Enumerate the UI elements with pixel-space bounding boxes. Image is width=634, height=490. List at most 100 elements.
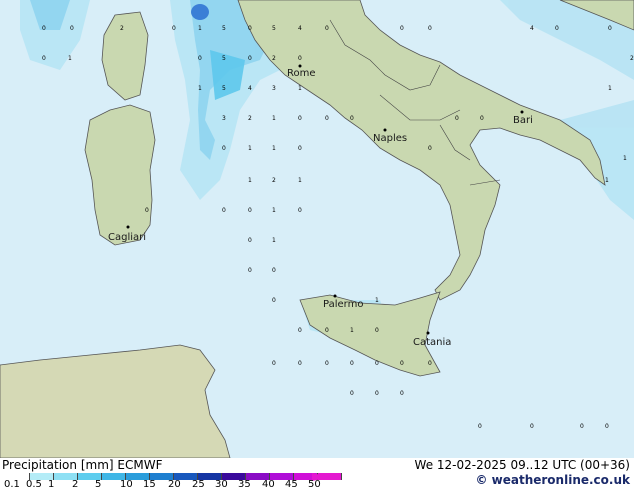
- legend-title-text: Precipitation [mm]: [2, 458, 114, 472]
- svg-text:1: 1: [608, 85, 612, 92]
- city-label-naples: Naples: [373, 133, 407, 144]
- svg-text:0: 0: [580, 423, 584, 430]
- svg-text:0: 0: [325, 25, 329, 32]
- svg-text:1: 1: [68, 55, 72, 62]
- scale-tick-label: 5: [95, 479, 102, 490]
- scale-tick-label: 0.5: [26, 479, 42, 490]
- svg-text:1: 1: [375, 297, 379, 304]
- svg-text:1: 1: [272, 145, 276, 152]
- scale-tick-label: 15: [143, 479, 156, 490]
- north-africa: [0, 344, 231, 458]
- credit-link[interactable]: © weatheronline.co.uk: [475, 473, 630, 487]
- svg-text:0: 0: [478, 423, 482, 430]
- svg-text:0: 0: [428, 25, 432, 32]
- svg-text:1: 1: [248, 145, 252, 152]
- svg-text:1: 1: [248, 177, 252, 184]
- scale-tick-label: 1: [48, 479, 55, 490]
- svg-text:0: 0: [428, 360, 432, 367]
- city-label-palermo: Palermo: [323, 299, 363, 310]
- precipitation-map: 0 1 0 0 2 0 1 5 0 5 4 0 0 5 0 2 0 1 5 4 3 1 3 2 1 0 0 0 0 1 1 0 1…: [0, 0, 634, 458]
- svg-text:1: 1: [605, 177, 609, 184]
- forecast-date: We 12-02-2025 09..12 UTC (00+36): [414, 458, 630, 472]
- svg-text:5: 5: [272, 25, 276, 32]
- svg-text:1: 1: [350, 327, 354, 334]
- svg-text:1: 1: [198, 25, 202, 32]
- scale-tick-label: 40: [262, 479, 275, 490]
- svg-text:0: 0: [605, 423, 609, 430]
- svg-text:0: 0: [42, 55, 46, 62]
- svg-text:0: 0: [530, 423, 534, 430]
- svg-text:0: 0: [375, 390, 379, 397]
- svg-text:5: 5: [222, 25, 226, 32]
- svg-text:0: 0: [298, 327, 302, 334]
- svg-text:0: 0: [555, 25, 559, 32]
- svg-text:0: 0: [325, 115, 329, 122]
- svg-text:3: 3: [272, 85, 276, 92]
- svg-text:0: 0: [272, 360, 276, 367]
- city-label-cagliari: Cagliari: [108, 232, 146, 243]
- svg-text:0: 0: [400, 390, 404, 397]
- scale-tick-label: 45: [285, 479, 298, 490]
- svg-text:0: 0: [298, 207, 302, 214]
- scale-tick-label: 0.1: [4, 479, 20, 490]
- svg-text:2: 2: [120, 25, 124, 32]
- svg-text:4: 4: [530, 25, 534, 32]
- svg-text:0: 0: [172, 25, 176, 32]
- svg-text:2: 2: [272, 177, 276, 184]
- svg-text:0: 0: [298, 360, 302, 367]
- svg-text:0: 0: [375, 360, 379, 367]
- svg-text:0: 0: [608, 25, 612, 32]
- svg-text:0: 0: [350, 390, 354, 397]
- svg-text:0: 0: [222, 207, 226, 214]
- scale-tick-label: 20: [168, 479, 181, 490]
- svg-text:4: 4: [248, 85, 252, 92]
- city-label-rome: Rome: [287, 68, 316, 79]
- svg-text:1: 1: [272, 115, 276, 122]
- svg-text:4: 4: [298, 25, 302, 32]
- scale-tick-label: 50: [308, 479, 321, 490]
- scale-tick-label: 25: [192, 479, 205, 490]
- legend-footer: Precipitation [mm] ECMWF We 12-02-2025 0…: [0, 458, 634, 490]
- svg-text:1: 1: [298, 85, 302, 92]
- svg-text:0: 0: [272, 267, 276, 274]
- svg-text:0: 0: [298, 55, 302, 62]
- svg-text:0: 0: [145, 207, 149, 214]
- svg-text:0: 0: [222, 145, 226, 152]
- svg-text:1: 1: [272, 237, 276, 244]
- svg-text:3: 3: [222, 115, 226, 122]
- svg-text:0: 0: [298, 145, 302, 152]
- legend-title: Precipitation [mm] ECMWF: [2, 458, 162, 472]
- svg-text:0: 0: [325, 327, 329, 334]
- svg-text:5: 5: [222, 55, 226, 62]
- svg-text:0: 0: [248, 237, 252, 244]
- svg-text:0: 0: [198, 55, 202, 62]
- scale-tick-label: 2: [72, 479, 79, 490]
- legend-model: ECMWF: [117, 458, 163, 472]
- city-label-bari: Bari: [513, 115, 533, 126]
- svg-text:5: 5: [222, 85, 226, 92]
- svg-text:0: 0: [248, 207, 252, 214]
- svg-text:0: 0: [248, 267, 252, 274]
- svg-text:0: 0: [70, 25, 74, 32]
- svg-text:1: 1: [272, 207, 276, 214]
- svg-text:0: 0: [248, 25, 252, 32]
- svg-text:0: 0: [350, 115, 354, 122]
- svg-text:2: 2: [248, 115, 252, 122]
- svg-text:0: 0: [480, 115, 484, 122]
- scale-tick-label: 35: [238, 479, 251, 490]
- svg-text:1: 1: [298, 177, 302, 184]
- svg-text:0: 0: [42, 25, 46, 32]
- svg-text:0: 0: [298, 115, 302, 122]
- svg-text:0: 0: [455, 115, 459, 122]
- svg-text:2: 2: [630, 55, 634, 62]
- svg-text:1: 1: [623, 155, 627, 162]
- svg-text:2: 2: [272, 55, 276, 62]
- city-label-catania: Catania: [413, 337, 451, 348]
- svg-text:0: 0: [428, 145, 432, 152]
- svg-text:0: 0: [400, 25, 404, 32]
- svg-text:0: 0: [375, 327, 379, 334]
- svg-text:1: 1: [198, 85, 202, 92]
- svg-text:0: 0: [248, 55, 252, 62]
- svg-text:0: 0: [350, 360, 354, 367]
- svg-text:0: 0: [272, 297, 276, 304]
